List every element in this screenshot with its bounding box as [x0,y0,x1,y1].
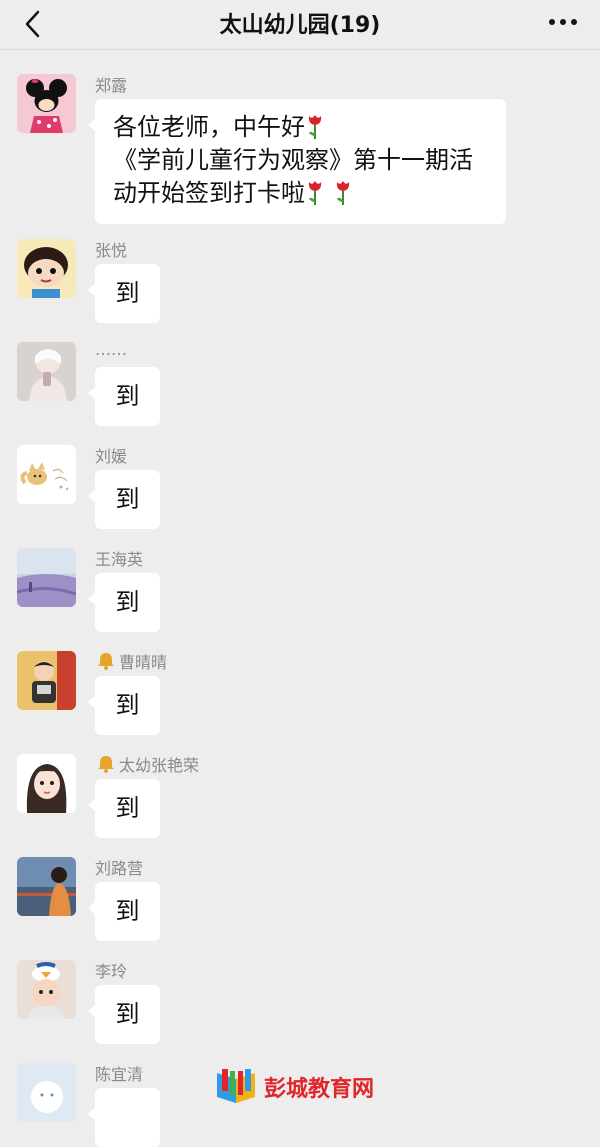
tulip-emoji-icon [308,115,322,139]
avatar[interactable] [17,548,76,607]
avatar[interactable] [17,1063,76,1122]
avatar[interactable] [17,342,76,401]
message-bubble[interactable]: 到 [88,985,160,1044]
avatar[interactable] [17,754,76,813]
bell-icon [98,756,114,773]
sender-name: 郑露 [95,76,128,95]
tulip-emoji-icon [308,181,322,205]
watermark-text: 彭城教育网 [264,1077,375,1102]
avatar[interactable] [17,651,76,710]
message-bubble[interactable]: 到 [88,882,160,941]
sender-name: 李玲 [95,962,128,981]
avatar[interactable] [17,445,76,504]
chat-title: 太山幼儿园(19) [219,13,381,38]
message-line: 动开始签到打卡啦 [113,177,488,210]
avatar[interactable] [17,74,76,133]
sender-name: …… [95,340,127,359]
message-bubble[interactable] [88,1088,160,1147]
more-dots-icon[interactable] [548,18,578,26]
sender-name: 刘媛 [95,447,128,466]
message-bubble[interactable]: 到 [88,779,160,838]
message-bubble[interactable]: 到 [88,367,160,426]
sender-name: 王海英 [95,550,144,569]
message-bubble[interactable]: 到 [88,573,160,632]
message-list[interactable]: 郑露 各位老师，中午好 《学前儿童行为观察》第十一期活 动开始签到打卡啦 张悦 … [0,50,600,1147]
message-bubble[interactable]: 到 [88,676,160,735]
sender-name: 太幼张艳荣 [95,752,199,776]
chat-header: 太山幼儿园(19) [0,0,600,50]
avatar[interactable] [17,960,76,1019]
avatar[interactable] [17,857,76,916]
tulip-emoji-icon [336,181,349,205]
sender-name: 陈宜清 [95,1065,144,1084]
message-bubble[interactable]: 到 [88,264,160,323]
bell-icon [98,653,114,670]
sender-name: 刘路营 [95,859,144,878]
message-line: 各位老师，中午好 [113,111,488,144]
avatar[interactable] [17,239,76,298]
message-line: 《学前儿童行为观察》第十一期活 [113,146,473,174]
sender-name: 曹晴晴 [95,649,167,673]
book-logo-icon [217,1069,255,1103]
message-bubble[interactable]: 到 [88,470,160,529]
sender-name: 张悦 [95,241,128,260]
watermark: 彭城教育网 [214,1066,374,1108]
message-bubble[interactable]: 各位老师，中午好 《学前儿童行为观察》第十一期活 动开始签到打卡啦 [88,99,506,224]
